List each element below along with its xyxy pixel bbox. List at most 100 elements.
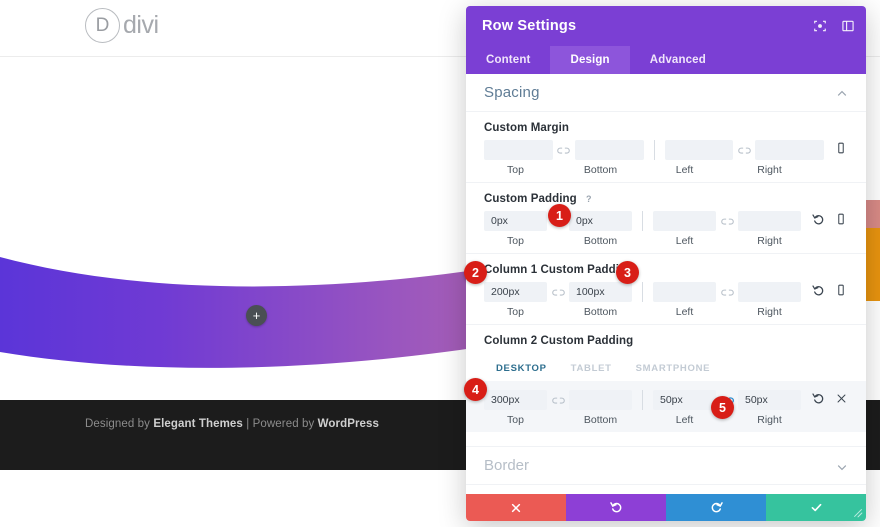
margin-lr-labels: Left Right: [653, 164, 801, 176]
focus-icon[interactable]: [812, 18, 828, 34]
label-right: Right: [757, 414, 782, 426]
col1-padding-left-input[interactable]: [653, 282, 716, 302]
label-bottom: Bottom: [583, 235, 618, 247]
column2-padding-fields: 300px 50px 50px: [484, 390, 848, 410]
label-bottom: Bottom: [583, 306, 618, 318]
responsive-tab-tablet[interactable]: TABLET: [559, 357, 624, 381]
resize-handle[interactable]: [851, 506, 865, 520]
panel-layout-icon[interactable]: [840, 18, 856, 34]
undo-button[interactable]: [566, 494, 666, 521]
padding-left-right-pair: [653, 211, 801, 231]
tab-design[interactable]: Design: [550, 46, 630, 74]
modal-header: Row Settings: [466, 6, 866, 46]
col1-padding-top-input[interactable]: 200px: [484, 282, 547, 302]
padding-bottom-input[interactable]: 0px: [569, 211, 632, 231]
field-divider: [642, 211, 643, 231]
help-icon[interactable]: ?: [583, 193, 595, 205]
modal-footer: [466, 494, 866, 521]
section-spacing-title: Spacing: [484, 84, 540, 101]
link-unlinked-icon[interactable]: [547, 287, 569, 298]
col1-padding-bottom-input[interactable]: 100px: [569, 282, 632, 302]
responsive-tabs: DESKTOP TABLET SMARTPHONE: [466, 357, 866, 381]
responsive-tab-desktop[interactable]: DESKTOP: [484, 357, 559, 381]
responsive-tab-smartphone[interactable]: SMARTPHONE: [624, 357, 723, 381]
reset-icon[interactable]: [811, 283, 825, 297]
section-spacing-header[interactable]: Spacing: [466, 74, 866, 112]
annotation-badge-5: 5: [711, 396, 734, 419]
label-top: Top: [507, 414, 524, 426]
reset-icon[interactable]: [811, 212, 825, 226]
column1-padding-label: Column 1 Custom Padding: [484, 264, 848, 276]
redo-button[interactable]: [666, 494, 766, 521]
footer-brand-wordpress[interactable]: WordPress: [318, 418, 379, 430]
custom-padding-label: Custom Padding ?: [484, 193, 848, 205]
padding-top-input[interactable]: 0px: [484, 211, 547, 231]
field-group-custom-margin: Custom Margin Top Bottom Left Right: [466, 112, 866, 183]
divi-logo-mark: D: [85, 8, 120, 43]
margin-left-input[interactable]: [664, 140, 734, 160]
link-unlinked-icon[interactable]: [553, 145, 575, 156]
divi-logo[interactable]: D divi: [85, 8, 159, 43]
close-icon[interactable]: [834, 391, 848, 405]
col1-padding-right-input[interactable]: [738, 282, 801, 302]
section-border-header[interactable]: Border: [466, 446, 866, 484]
col2-padding-bottom-input[interactable]: [569, 390, 632, 410]
modal-title: Row Settings: [482, 18, 577, 34]
col1-lr-labels: Left Right: [653, 306, 801, 318]
margin-bottom-input[interactable]: [574, 140, 644, 160]
modal-header-icons: [812, 6, 856, 46]
custom-padding-label-text: Custom Padding: [484, 193, 577, 205]
label-left: Left: [675, 414, 694, 426]
reset-icon[interactable]: [811, 391, 825, 405]
custom-padding-fields: 0px 0px: [484, 211, 848, 231]
col2-row-actions: [811, 390, 848, 405]
add-module-button[interactable]: +: [246, 305, 267, 326]
device-preview-icon[interactable]: [834, 283, 848, 297]
col1-row-actions: [811, 282, 848, 297]
label-right: Right: [757, 164, 782, 176]
label-top: Top: [507, 164, 524, 176]
link-unlinked-icon[interactable]: [733, 145, 755, 156]
margin-row-actions: [834, 140, 848, 155]
cancel-button[interactable]: [466, 494, 566, 521]
padding-lr-labels: Left Right: [653, 235, 801, 247]
link-unlinked-icon[interactable]: [547, 395, 569, 406]
field-divider: [653, 140, 655, 160]
footer-credit: Designed by Elegant Themes | Powered by …: [85, 418, 379, 430]
footer-prefix: Designed by: [85, 418, 154, 430]
margin-top-input[interactable]: [484, 140, 553, 160]
col1-labels: Top Bottom Left Right: [484, 306, 848, 318]
plus-icon: +: [252, 308, 261, 323]
col1-tb-labels: Top Bottom: [484, 306, 632, 318]
col2-tb-labels: Top Bottom: [484, 414, 632, 426]
margin-left-right-pair: [664, 140, 824, 160]
label-left: Left: [675, 235, 694, 247]
footer-brand-elegant-themes[interactable]: Elegant Themes: [153, 418, 243, 430]
margin-tb-labels: Top Bottom: [484, 164, 632, 176]
field-group-custom-padding: Custom Padding ? 0px 0px Top Bottom Left…: [466, 183, 866, 254]
label-left: Left: [675, 164, 694, 176]
col2-padding-left-input[interactable]: 50px: [653, 390, 716, 410]
col2-padding-right-input[interactable]: 50px: [738, 390, 801, 410]
modal-tabs: Content Design Advanced: [466, 46, 866, 74]
device-preview-icon[interactable]: [834, 212, 848, 226]
padding-left-input[interactable]: [653, 211, 716, 231]
field-divider: [642, 390, 643, 410]
padding-labels: Top Bottom Left Right: [484, 235, 848, 247]
column2-padding-label: Column 2 Custom Padding: [484, 335, 848, 347]
link-unlinked-icon[interactable]: [716, 287, 738, 298]
padding-right-input[interactable]: [738, 211, 801, 231]
label-right: Right: [757, 306, 782, 318]
column2-padding-label-text: Column 2 Custom Padding: [484, 335, 634, 347]
annotation-badge-2: 2: [464, 261, 487, 284]
col2-padding-top-input[interactable]: 300px: [484, 390, 547, 410]
device-preview-icon[interactable]: [834, 141, 848, 155]
tab-advanced[interactable]: Advanced: [630, 46, 726, 74]
tab-content[interactable]: Content: [466, 46, 550, 74]
field-group-column2-padding-header: Column 2 Custom Padding: [466, 325, 866, 347]
row-settings-modal: Row Settings Content Design Advanced Spa…: [466, 6, 866, 521]
column1-padding-fields: 200px 100px: [484, 282, 848, 302]
link-unlinked-icon[interactable]: [716, 216, 738, 227]
col2-labels: Top Bottom Left Right: [484, 414, 848, 426]
margin-right-input[interactable]: [755, 140, 824, 160]
